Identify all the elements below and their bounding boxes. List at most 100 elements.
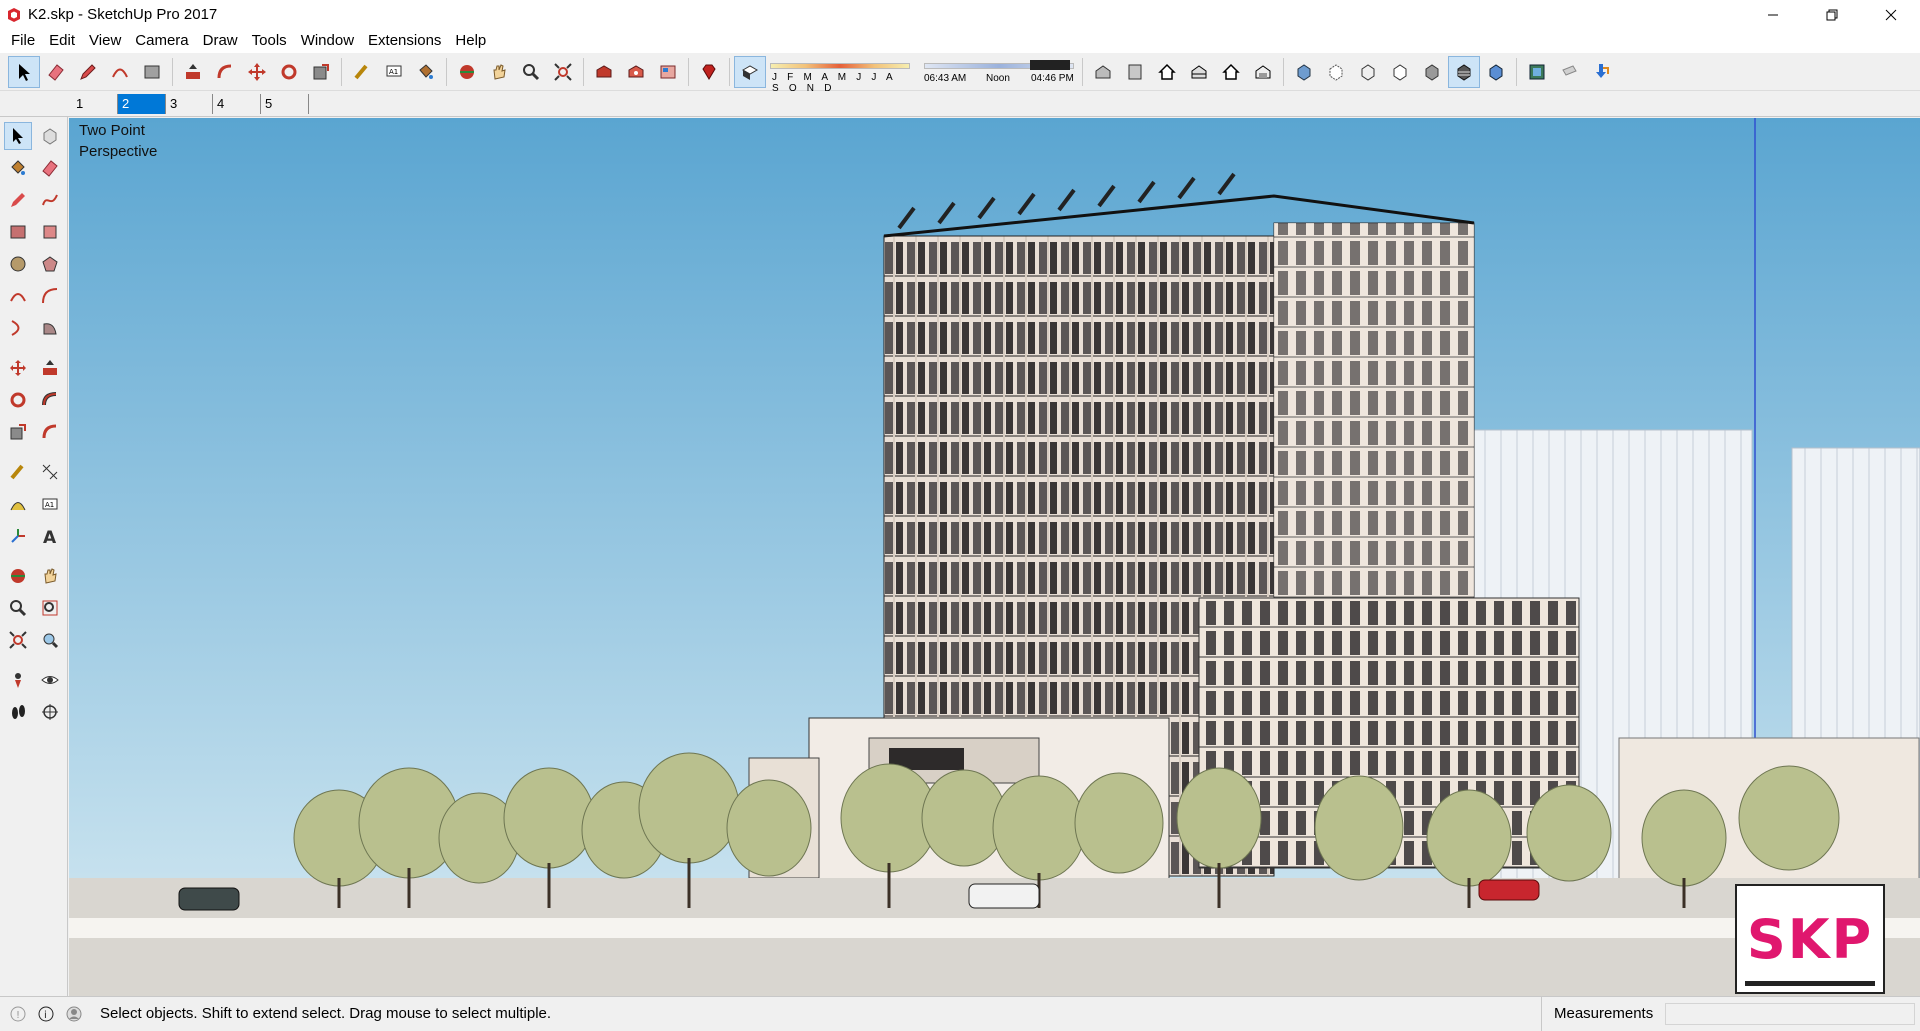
zoom-tool-button[interactable] (515, 56, 547, 88)
two-point-arc-button[interactable] (36, 282, 64, 310)
photo-textures-button[interactable] (1521, 56, 1553, 88)
arc-tool-button[interactable] (104, 56, 136, 88)
select-tool-button[interactable] (8, 55, 40, 88)
freehand-button[interactable] (36, 186, 64, 214)
arc-button[interactable] (4, 282, 32, 310)
right-view-button[interactable] (1183, 56, 1215, 88)
zoom-extents-button[interactable] (4, 626, 32, 654)
select-tool-button[interactable] (4, 122, 32, 150)
eraser-tool-button[interactable] (40, 56, 72, 88)
menu-edit[interactable]: Edit (42, 29, 82, 53)
protractor-button[interactable] (4, 490, 32, 518)
rotate-tool-button[interactable] (273, 56, 305, 88)
zoom-window-button[interactable] (36, 594, 64, 622)
menu-view[interactable]: View (82, 29, 128, 53)
paint-bucket-button[interactable] (4, 154, 32, 182)
make-component-button[interactable] (36, 122, 64, 150)
layout-button[interactable] (652, 56, 684, 88)
pan-button[interactable] (36, 562, 64, 590)
extension-warehouse-button[interactable] (620, 56, 652, 88)
shadow-date-slider[interactable]: J F M A M J J A S O N D (770, 57, 910, 94)
scale-tool-button[interactable] (305, 56, 337, 88)
rotate-button[interactable] (4, 386, 32, 414)
tape-measure-tool-button[interactable] (346, 56, 378, 88)
left-view-button[interactable] (1247, 56, 1279, 88)
ruby-console-button[interactable] (693, 56, 725, 88)
wireframe-style-button[interactable] (1352, 56, 1384, 88)
xray-style-button[interactable] (1288, 56, 1320, 88)
scale-button[interactable] (4, 418, 32, 446)
front-view-button[interactable] (1151, 56, 1183, 88)
menu-file[interactable]: File (4, 29, 42, 53)
eraser-button[interactable] (36, 154, 64, 182)
add-location-button[interactable] (1553, 56, 1585, 88)
credits-status[interactable]: i (36, 1004, 56, 1024)
line-button[interactable] (4, 186, 32, 214)
tape-measure-button[interactable] (4, 458, 32, 486)
time-slider-thumb[interactable] (1030, 59, 1070, 70)
move-button[interactable] (4, 354, 32, 382)
scene-tab-1[interactable]: 1 (72, 94, 118, 114)
offset-button[interactable] (36, 418, 64, 446)
scene-tab-3[interactable]: 3 (166, 94, 213, 114)
minimize-button[interactable] (1743, 0, 1802, 29)
move-tool-button[interactable] (241, 56, 273, 88)
orbit-button[interactable] (4, 562, 32, 590)
menu-window[interactable]: Window (294, 29, 361, 53)
warehouse-button[interactable] (588, 56, 620, 88)
model-scene[interactable] (69, 118, 1920, 996)
rectangle-tool-button[interactable] (136, 56, 168, 88)
menu-extensions[interactable]: Extensions (361, 29, 448, 53)
model-viewport[interactable]: Two Point Perspective SKP (69, 118, 1920, 996)
monochrome-style-button[interactable] (1480, 56, 1512, 88)
dimension-button[interactable] (36, 458, 64, 486)
rotated-rectangle-button[interactable] (36, 218, 64, 246)
section-plane-button[interactable] (36, 698, 64, 726)
menu-draw[interactable]: Draw (196, 29, 245, 53)
circle-button[interactable] (4, 250, 32, 278)
text-tool-button[interactable]: A1 (378, 56, 410, 88)
rectangle-button[interactable] (4, 218, 32, 246)
paint-bucket-tool-button[interactable] (410, 56, 442, 88)
line-tool-button[interactable] (72, 56, 104, 88)
text-button[interactable]: A1 (36, 490, 64, 518)
zoom-extents-tool-button[interactable] (547, 56, 579, 88)
scene-tab-5[interactable]: 5 (261, 94, 309, 114)
push-pull-tool-button[interactable] (177, 56, 209, 88)
scene-tab-4[interactable]: 4 (213, 94, 261, 114)
orbit-tool-button[interactable] (451, 56, 483, 88)
measurements-input[interactable] (1665, 1003, 1915, 1025)
top-view-button[interactable] (1119, 56, 1151, 88)
previous-view-button[interactable] (36, 626, 64, 654)
scene-tab-2[interactable]: 2 (118, 94, 166, 114)
follow-me-button[interactable] (36, 386, 64, 414)
3d-text-button[interactable]: A (36, 522, 64, 550)
import-terrain-button[interactable] (1585, 56, 1617, 88)
menu-camera[interactable]: Camera (128, 29, 195, 53)
iso-view-button[interactable] (1087, 56, 1119, 88)
look-around-button[interactable] (36, 666, 64, 694)
push-pull-button[interactable] (36, 354, 64, 382)
geo-location-status[interactable]: ! (8, 1004, 28, 1024)
sign-in-status[interactable] (64, 1004, 84, 1024)
pie-button[interactable] (36, 314, 64, 342)
shadows-toggle-button[interactable] (734, 55, 766, 88)
three-point-arc-button[interactable] (4, 314, 32, 342)
menu-help[interactable]: Help (448, 29, 493, 53)
hidden-line-style-button[interactable] (1384, 56, 1416, 88)
polygon-button[interactable] (36, 250, 64, 278)
close-button[interactable] (1861, 0, 1920, 29)
back-view-button[interactable] (1215, 56, 1247, 88)
zoom-button[interactable] (4, 594, 32, 622)
pan-tool-button[interactable] (483, 56, 515, 88)
walk-button[interactable] (4, 698, 32, 726)
position-camera-button[interactable] (4, 666, 32, 694)
offset-tool-button[interactable] (209, 56, 241, 88)
restore-button[interactable] (1802, 0, 1861, 29)
shaded-textures-style-button[interactable] (1448, 55, 1480, 88)
menu-tools[interactable]: Tools (245, 29, 294, 53)
back-edges-style-button[interactable] (1320, 56, 1352, 88)
shadow-time-slider[interactable]: 06:43 AM Noon 04:46 PM (924, 57, 1074, 87)
axes-button[interactable] (4, 522, 32, 550)
shaded-style-button[interactable] (1416, 56, 1448, 88)
